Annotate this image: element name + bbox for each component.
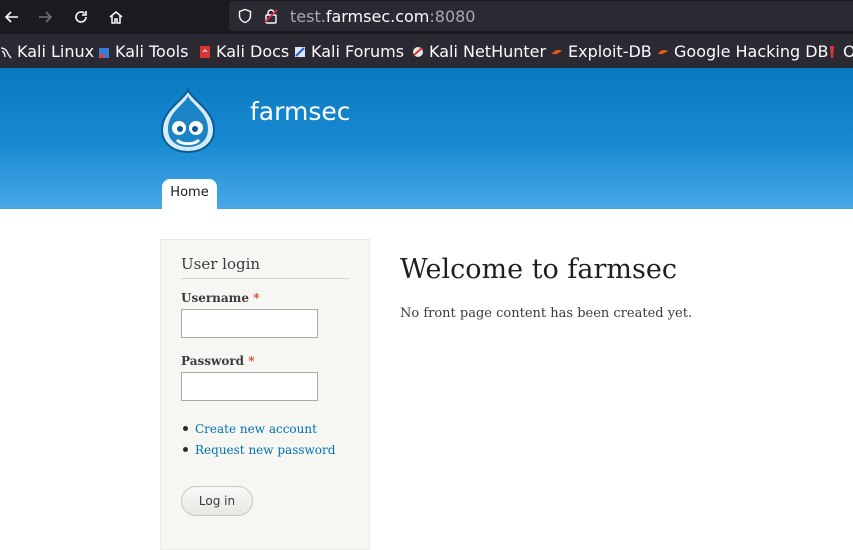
tab-home[interactable]: Home <box>162 179 217 209</box>
bookmark-kali-forums[interactable]: Kali Forums <box>294 42 404 61</box>
site-name[interactable]: farmsec <box>250 97 350 126</box>
bookmark-label: Kali Docs <box>216 42 290 61</box>
kali-forums-icon <box>295 46 305 57</box>
ghdb-icon <box>658 49 668 54</box>
drupal-logo-icon[interactable] <box>158 88 218 154</box>
forward-arrow-icon <box>39 11 53 23</box>
kali-dragon-icon <box>0 46 12 58</box>
password-label: Password * <box>181 354 255 368</box>
bookmark-label: Kali Tools <box>115 42 189 61</box>
exploit-db-icon <box>552 49 562 54</box>
username-input[interactable] <box>181 309 318 338</box>
block-title: User login <box>181 255 261 273</box>
block-divider <box>181 278 349 279</box>
bookmark-kali-tools[interactable]: Kali Tools <box>98 42 188 61</box>
url-subdomain: test. <box>290 7 326 26</box>
site-header: farmsec Home <box>0 68 853 209</box>
url-text[interactable]: test.farmsec.com:8080 <box>290 7 475 26</box>
bookmark-label: Exploit-DB <box>568 42 652 61</box>
back-button[interactable] <box>0 5 24 29</box>
bookmark-label: Kali Linux <box>17 42 95 61</box>
nethunter-icon <box>413 46 423 57</box>
browser-toolbar: test.farmsec.com:8080 <box>0 0 853 34</box>
bullet <box>183 426 188 431</box>
bookmark-label: O <box>843 42 853 61</box>
bookmark-label: Kali NetHunter <box>429 42 547 61</box>
home-button[interactable] <box>104 5 128 29</box>
bullet <box>183 447 188 452</box>
password-input[interactable] <box>181 372 318 401</box>
reload-icon <box>75 11 87 23</box>
offsec-icon <box>830 45 834 58</box>
login-button[interactable]: Log in <box>181 486 253 516</box>
back-arrow-icon <box>4 11 18 23</box>
bookmark-exploit-db[interactable]: Exploit-DB <box>551 42 652 61</box>
bookmarks-bar: Kali Linux Kali Tools Kali Docs Kali For… <box>0 34 853 69</box>
url-bar[interactable]: test.farmsec.com:8080 <box>229 1 853 31</box>
bookmark-label: Kali Forums <box>311 42 405 61</box>
forward-button[interactable] <box>33 5 57 29</box>
page-message: No front page content has been created y… <box>400 306 693 321</box>
username-label-text: Username <box>181 291 250 305</box>
url-host: farmsec.com <box>325 7 430 26</box>
required-mark: * <box>248 354 255 368</box>
request-password-link[interactable]: Request new password <box>195 443 335 457</box>
shield-icon[interactable] <box>237 8 253 24</box>
kali-docs-icon <box>200 45 210 58</box>
reload-button[interactable] <box>69 5 93 29</box>
bookmark-google-hacking-db[interactable]: Google Hacking DB <box>657 42 829 61</box>
bookmark-kali-nethunter[interactable]: Kali NetHunter <box>412 42 546 61</box>
username-label: Username * <box>181 291 259 305</box>
page-title: Welcome to farmsec <box>400 254 677 285</box>
create-account-link[interactable]: Create new account <box>195 422 317 436</box>
required-mark: * <box>253 291 260 305</box>
bookmark-kali-linux[interactable]: Kali Linux <box>0 42 94 61</box>
bookmark-label: Google Hacking DB <box>674 42 829 61</box>
url-port: :8080 <box>429 7 476 26</box>
bookmark-offsec[interactable]: O <box>826 42 853 61</box>
kali-tools-icon <box>99 47 109 58</box>
insecure-lock-icon[interactable] <box>263 8 279 24</box>
bookmark-kali-docs[interactable]: Kali Docs <box>199 42 289 61</box>
user-login-block: User login Username * Password * Create … <box>160 239 370 550</box>
home-icon <box>109 11 123 24</box>
password-label-text: Password <box>181 354 245 368</box>
list-item: Request new password <box>183 439 335 460</box>
login-links: Create new account Request new password <box>183 418 335 460</box>
list-item: Create new account <box>183 418 335 439</box>
